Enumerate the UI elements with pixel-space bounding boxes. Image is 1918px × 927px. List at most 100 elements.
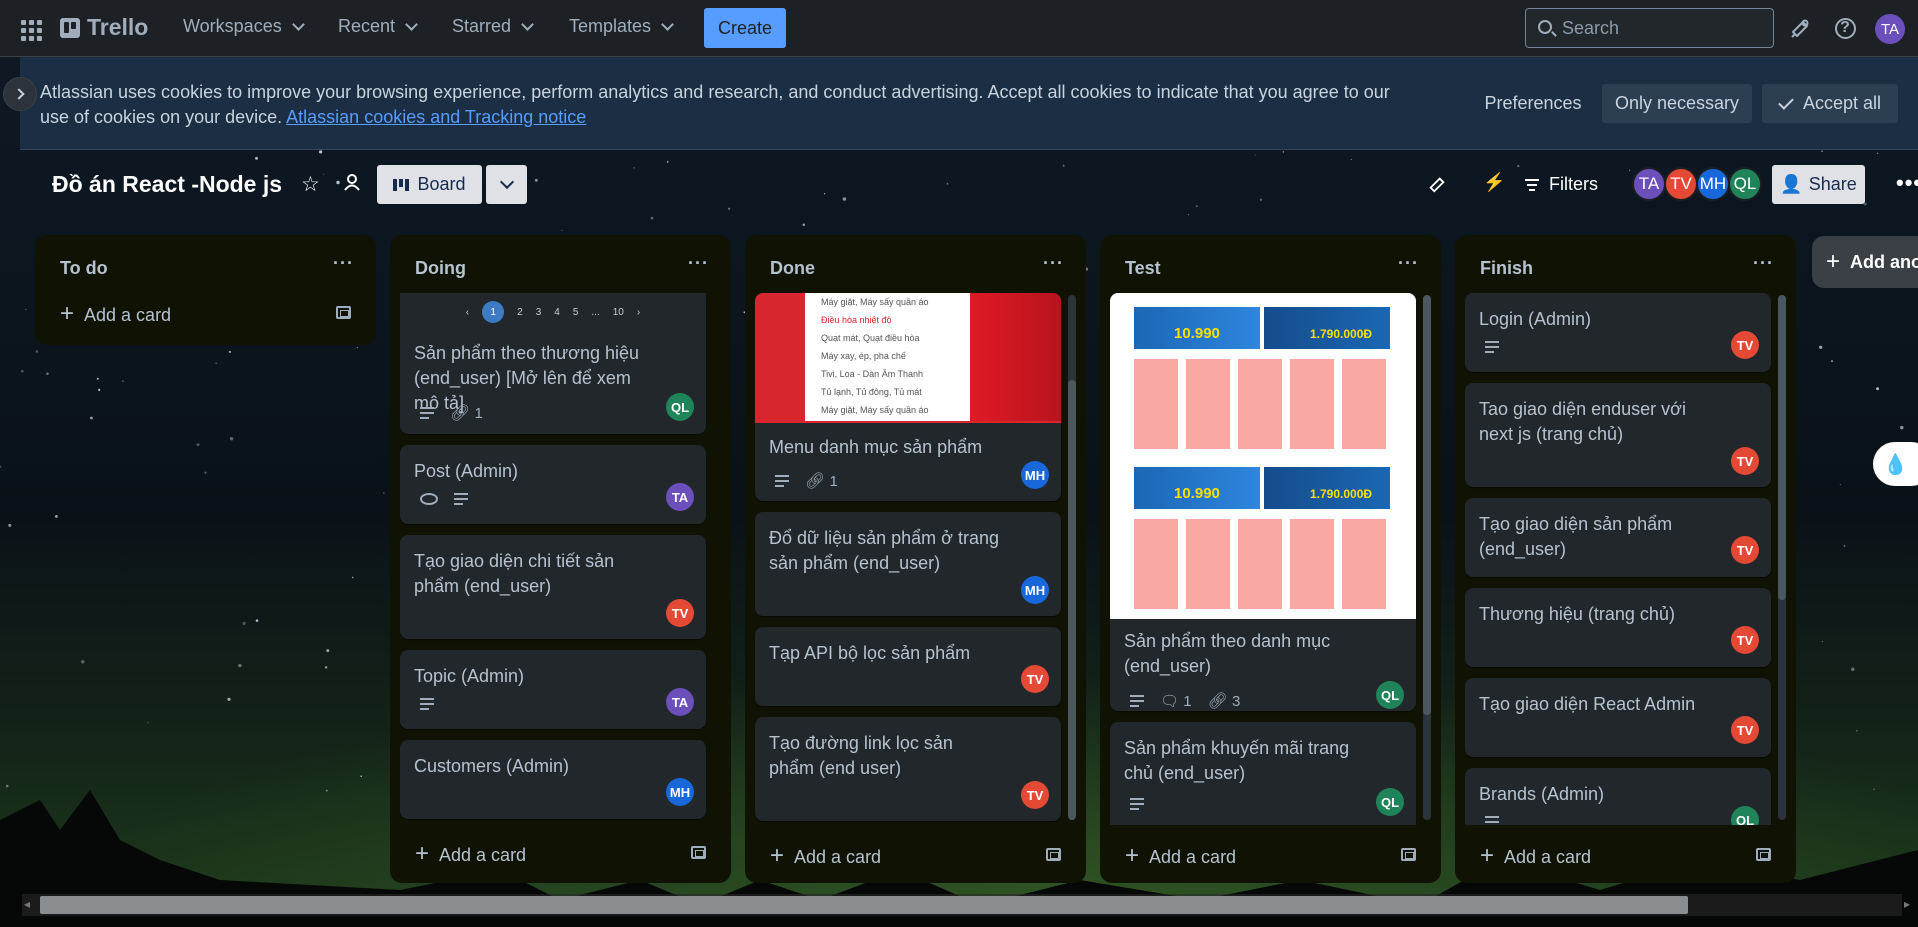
list-title[interactable]: Test <box>1125 258 1161 279</box>
list-title[interactable]: Finish <box>1480 258 1533 279</box>
only-necessary-button[interactable]: Only necessary <box>1602 84 1752 123</box>
card[interactable]: Login (Admin) TV <box>1465 293 1771 372</box>
card-title: Menu danh mục sản phẩm <box>769 437 983 457</box>
preferences-button[interactable]: Preferences <box>1472 84 1594 123</box>
cookie-notice-link[interactable]: Atlassian cookies and Tracking notice <box>286 107 586 127</box>
templates-menu[interactable]: Templates <box>569 16 674 37</box>
card-member-avatar[interactable]: QL <box>1731 806 1759 825</box>
power-ups-icon[interactable] <box>1427 174 1447 200</box>
visibility-icon[interactable] <box>342 172 362 198</box>
add-another-list-button[interactable]: +Add another list <box>1812 236 1918 288</box>
chevron-down-icon <box>499 174 514 190</box>
card[interactable]: Đổ dữ liệu sản phẩm ở trang sản phẩm (en… <box>755 512 1061 616</box>
card[interactable]: Tạp API bộ lọc sản phẩm TV <box>755 627 1061 706</box>
card[interactable]: Tao giao diện enduser với next js (trang… <box>1465 383 1771 487</box>
card-member-avatar[interactable]: MH <box>1021 461 1049 489</box>
scroll-right-arrow[interactable]: ▸ <box>1904 897 1910 911</box>
card-template-icon[interactable] <box>691 846 706 859</box>
member-avatar[interactable]: MH <box>1696 167 1730 201</box>
card-member-avatar[interactable]: MH <box>666 778 694 806</box>
card-member-avatar[interactable]: TV <box>1731 626 1759 654</box>
starred-menu[interactable]: Starred <box>452 16 534 37</box>
card-member-avatar[interactable]: QL <box>666 393 694 421</box>
share-button[interactable]: 👤 Share <box>1772 165 1865 204</box>
list-actions-icon[interactable]: ··· <box>1753 253 1774 274</box>
member-avatar[interactable]: QL <box>1728 167 1762 201</box>
star-icon[interactable]: ☆ <box>301 172 320 197</box>
scroll-left-arrow[interactable]: ◂ <box>24 897 30 911</box>
member-avatar[interactable]: TV <box>1664 167 1698 201</box>
list-actions-icon[interactable]: ··· <box>688 253 709 274</box>
view-switcher-dropdown[interactable] <box>486 165 527 204</box>
user-avatar[interactable]: TA <box>1875 14 1905 44</box>
card[interactable]: Thương hiệu (trang chủ) TV <box>1465 588 1771 667</box>
description-icon <box>775 475 789 487</box>
card-member-avatar[interactable]: TA <box>666 688 694 716</box>
card-template-icon[interactable] <box>336 306 351 319</box>
notifications-icon[interactable] <box>1788 16 1812 40</box>
card-member-avatar[interactable]: QL <box>1376 681 1404 709</box>
list-title[interactable]: To do <box>60 258 108 279</box>
card-member-avatar[interactable]: TV <box>1731 716 1759 744</box>
card[interactable]: Tạo giao diện React Admin TV <box>1465 678 1771 757</box>
list-actions-icon[interactable]: ··· <box>1398 253 1419 274</box>
board-view-button[interactable]: Board <box>377 165 482 204</box>
board-menu-icon[interactable]: ••• <box>1896 170 1918 196</box>
card[interactable]: ‹ 1 2 3 4 5... 10 › Sản phẩm theo thương hiệu (… <box>400 293 706 434</box>
card-member-avatar[interactable]: TV <box>1731 536 1759 564</box>
attachment-icon: 🔗︎ <box>805 473 826 490</box>
horizontal-scrollbar-thumb[interactable] <box>40 896 1688 914</box>
card-member-avatar[interactable]: TV <box>1731 447 1759 475</box>
add-card-button[interactable]: + Add a card <box>1125 842 1236 870</box>
accept-all-button[interactable]: Accept all <box>1762 84 1898 123</box>
card[interactable]: Customers (Admin) MH <box>400 740 706 819</box>
add-card-button[interactable]: + Add a card <box>1480 842 1591 870</box>
card[interactable]: Tạo giao diện chi tiết sản phẩm (end_use… <box>400 535 706 639</box>
search-icon <box>1538 20 1552 34</box>
trello-logo[interactable]: Trello <box>60 14 148 41</box>
card-member-avatar[interactable]: TV <box>666 599 694 627</box>
card[interactable]: Tạo giao diện sản phẩm (end_user) TV <box>1465 498 1771 577</box>
card[interactable]: Brands (Admin) QL <box>1465 768 1771 825</box>
card-template-icon[interactable] <box>1046 848 1061 861</box>
search-input[interactable]: Search <box>1525 8 1774 48</box>
list-actions-icon[interactable]: ··· <box>333 253 354 274</box>
add-card-button[interactable]: + Add a card <box>60 300 171 328</box>
add-card-button[interactable]: + Add a card <box>770 842 881 870</box>
member-avatar[interactable]: TA <box>1632 167 1666 201</box>
card-member-avatar[interactable]: TA <box>666 483 694 511</box>
list-title[interactable]: Doing <box>415 258 466 279</box>
create-button[interactable]: Create <box>704 8 786 48</box>
card[interactable]: Sản phẩm khuyến mãi trang chủ (end_user)… <box>1110 722 1416 825</box>
card[interactable]: Máy giặt, Máy sấy quần áo Điều hòa nhiệt… <box>755 293 1061 501</box>
floating-widget-icon[interactable]: 💧 <box>1873 442 1918 486</box>
card-template-icon[interactable] <box>1401 848 1416 861</box>
card-member-avatar[interactable]: QL <box>1376 788 1404 816</box>
list-scrollbar-thumb[interactable] <box>1423 295 1431 715</box>
card-template-icon[interactable] <box>1756 848 1771 861</box>
app-switcher-icon[interactable] <box>18 17 44 43</box>
help-icon[interactable]: ? <box>1833 16 1857 40</box>
list-title[interactable]: Done <box>770 258 815 279</box>
card[interactable]: Topic (Admin) TA <box>400 650 706 729</box>
card-member-avatar[interactable]: TV <box>1021 781 1049 809</box>
card[interactable]: Tạo đường link lọc sản phẩm (end user) T… <box>755 717 1061 821</box>
add-card-button[interactable]: + Add a card <box>415 840 526 868</box>
card-member-avatar[interactable]: TV <box>1021 665 1049 693</box>
recent-menu[interactable]: Recent <box>338 16 418 37</box>
card[interactable]: Post (Admin) TA <box>400 445 706 524</box>
card-cover-image: ‹ 1 2 3 4 5... 10 › <box>400 293 706 331</box>
list-actions-icon[interactable]: ··· <box>1043 253 1064 274</box>
plus-icon: + <box>1826 248 1841 275</box>
filters-button[interactable]: Filters <box>1525 174 1598 195</box>
card-title: Login (Admin) <box>1479 309 1592 329</box>
list-scrollbar-thumb[interactable] <box>1778 295 1786 600</box>
automation-icon[interactable]: ⚡ <box>1483 172 1505 193</box>
card[interactable]: 10.990 1.790.000Đ 10.990 1.790.000Đ Sản … <box>1110 293 1416 711</box>
sidebar-expand-button[interactable] <box>3 77 37 111</box>
card-member-avatar[interactable]: TV <box>1731 331 1759 359</box>
board-title[interactable]: Đồ án React -Node js <box>52 171 282 198</box>
workspaces-menu[interactable]: Workspaces <box>183 16 305 37</box>
list-scrollbar-thumb[interactable] <box>1068 380 1076 820</box>
card-member-avatar[interactable]: MH <box>1021 576 1049 604</box>
